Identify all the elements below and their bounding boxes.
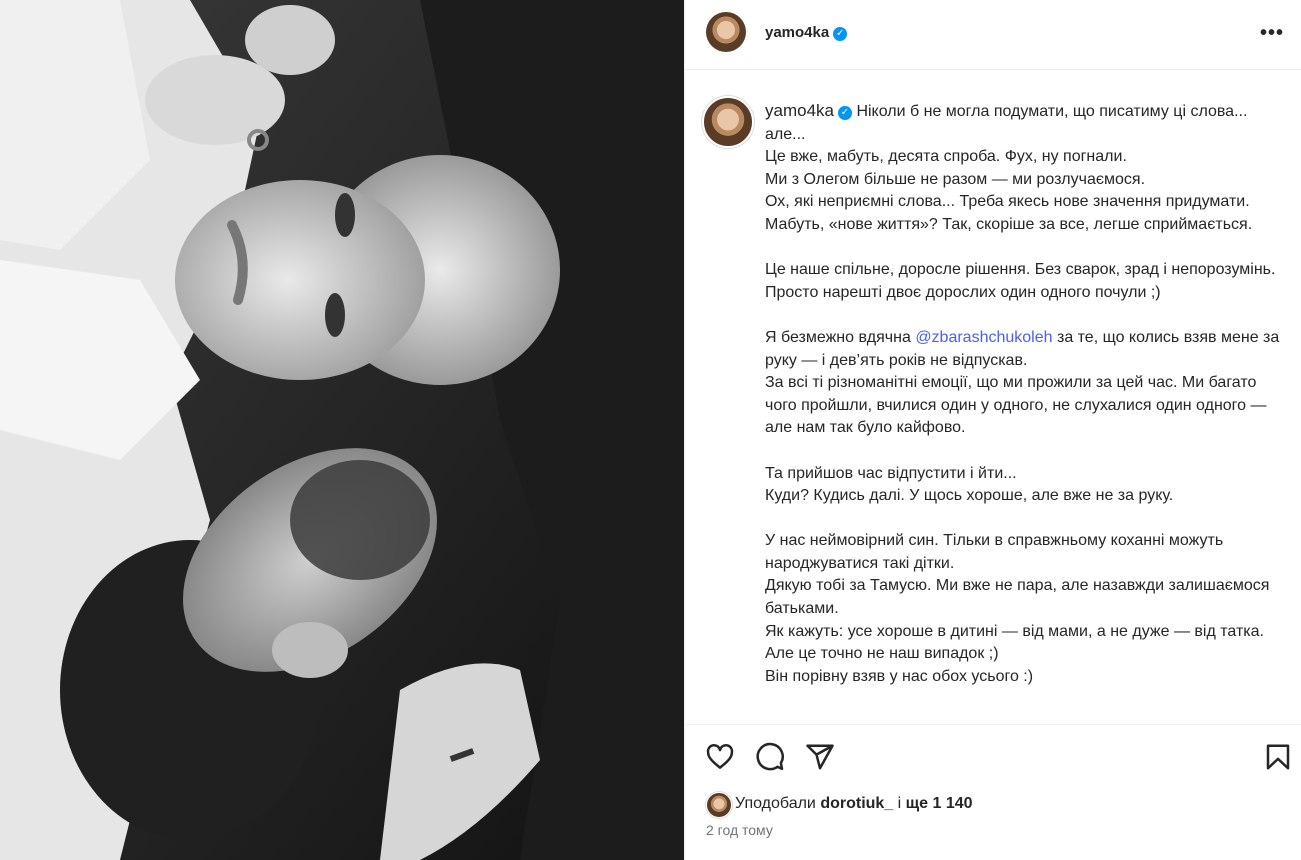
likes-prefix: Уподобали [735, 795, 816, 812]
share-icon[interactable] [805, 742, 835, 772]
post-panel: yamo4ka ✓ ••• yamo4ka ✓ Ніколи б не могла … [684, 0, 1301, 860]
caption-text: Я безмежно вдячна [765, 328, 916, 346]
caption-paragraph-gratitude: Я безмежно вдячна @zbarashchukoleh за те… [765, 327, 1290, 372]
caption-line: Та прийшов час відпустити і йти... [765, 464, 1017, 482]
caption-line: Це вже, мабуть, десята спроба. Фух, ну п… [765, 148, 1127, 166]
avatar[interactable] [706, 12, 746, 52]
caption-line: Ох, які неприємні слова... Треба якесь н… [765, 193, 1250, 211]
comment-icon[interactable] [755, 742, 785, 772]
post-timestamp[interactable]: 2 год тому [706, 822, 773, 838]
verified-badge-icon: ✓ [833, 27, 848, 41]
caption-paragraph: Дякую тобі за Тамусю. Ми вже не пара, ал… [765, 577, 1270, 618]
author-username[interactable]: yamo4ka ✓ [765, 24, 848, 41]
bookmark-icon[interactable] [1263, 742, 1293, 772]
heart-icon[interactable] [705, 742, 735, 772]
liker-username[interactable]: dorotiuk_ [820, 795, 893, 812]
caption-line: Він порівну взяв у нас обох усього :) [765, 667, 1034, 685]
likes-count[interactable]: ще 1 140 [906, 795, 973, 812]
caption-paragraph: За всі ті різноманітні емоції, що ми про… [765, 374, 1267, 437]
liker-avatar[interactable] [706, 792, 732, 818]
caption-line: Куди? Кудись далі. У щось хороше, але вж… [765, 487, 1174, 505]
post-photo-image [0, 0, 684, 860]
likes-summary[interactable]: Уподобали dorotiuk_ і ще 1 140 [735, 795, 973, 813]
caption-line: Мабуть, «нове життя»? Так, скоріше за вс… [765, 215, 1253, 233]
caption-username[interactable]: yamo4ka [765, 101, 834, 120]
caption-first-line: Ніколи б не могла подумати, що писатиму … [765, 103, 1248, 143]
more-options-icon[interactable]: ••• [1260, 22, 1284, 45]
post-actions [685, 724, 1301, 784]
caption-paragraph: У нас неймовірний син. Тільки в справжнь… [765, 532, 1224, 572]
verified-badge-icon: ✓ [837, 106, 852, 120]
caption-paragraph: Це наше спільне, доросле рішення. Без св… [765, 261, 1276, 301]
author-username-text[interactable]: yamo4ka [765, 24, 829, 41]
likes-middle: і [897, 795, 902, 812]
caption-paragraph: Як кажуть: усе хороше в дитині — від мам… [765, 622, 1264, 663]
post-caption: yamo4ka ✓ Ніколи б не могла подумати, що … [765, 100, 1290, 688]
caption-line: Ми з Олегом більше не разом — ми розлуча… [765, 170, 1146, 188]
post-header: yamo4ka ✓ ••• [685, 0, 1301, 70]
caption-avatar[interactable] [702, 96, 754, 148]
mention-link[interactable]: @zbarashchukoleh [915, 329, 1052, 346]
post-photo[interactable] [0, 0, 684, 860]
